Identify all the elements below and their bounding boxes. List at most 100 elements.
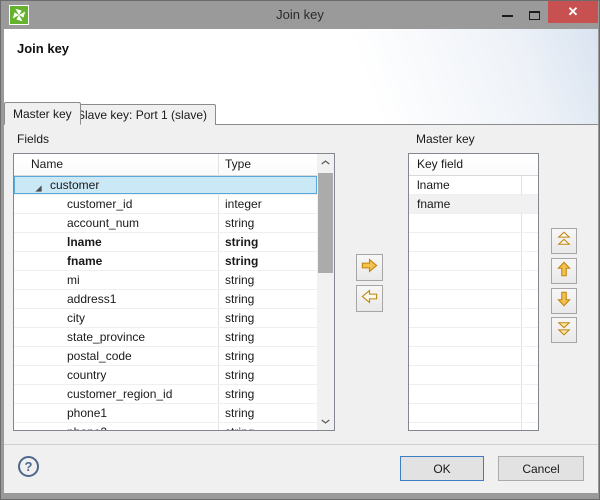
key-field-value: fname — [417, 197, 450, 211]
field-row[interactable]: phone1string — [14, 404, 317, 423]
field-type: string — [225, 385, 254, 404]
field-type: string — [225, 423, 254, 430]
double-chevron-down-icon — [555, 319, 573, 342]
minimize-icon — [502, 15, 513, 17]
empty-row — [409, 252, 538, 271]
move-top-button[interactable] — [551, 228, 577, 254]
maximize-button[interactable] — [520, 1, 548, 29]
arrow-up-icon — [555, 260, 573, 283]
field-row[interactable]: country string — [14, 366, 317, 385]
field-type: string — [225, 328, 254, 347]
field-name: phone1 — [67, 404, 107, 423]
empty-row — [409, 233, 538, 252]
master-key-panel-label: Master key — [416, 132, 475, 146]
remove-key-button[interactable] — [356, 285, 383, 312]
key-field-row[interactable]: lname — [409, 176, 538, 195]
field-name: lname — [67, 233, 102, 252]
field-row[interactable]: address1 string — [14, 290, 317, 309]
field-row[interactable]: account_num string — [14, 214, 317, 233]
column-header-type[interactable]: Type — [225, 157, 251, 171]
arrow-left-icon — [360, 287, 379, 311]
empty-row — [409, 271, 538, 290]
scroll-up-icon[interactable] — [317, 154, 334, 171]
field-type: string — [225, 233, 258, 252]
move-bottom-button[interactable] — [551, 317, 577, 343]
empty-row — [409, 214, 538, 233]
fields-panel-label: Fields — [17, 132, 49, 146]
double-chevron-up-icon — [555, 230, 573, 253]
move-down-button[interactable] — [551, 288, 577, 314]
master-key-table-rows: lname fname — [409, 176, 538, 430]
dialog-body: Join key Master key Slave key: Port 1 (s… — [4, 29, 598, 493]
field-name: account_num — [67, 214, 139, 233]
tab-slave-key[interactable]: Slave key: Port 1 (slave) — [68, 104, 216, 125]
field-name: city — [67, 309, 85, 328]
key-field-value: lname — [417, 178, 450, 192]
tab-master-key[interactable]: Master key — [4, 102, 81, 125]
field-name: customer_id — [67, 195, 132, 214]
help-icon: ? — [25, 459, 33, 474]
field-name: country — [67, 366, 106, 385]
field-name: customer_region_id — [67, 385, 172, 404]
field-row[interactable]: fname string — [14, 252, 317, 271]
field-name: state_province — [67, 328, 145, 347]
field-row[interactable]: phone2 string — [14, 423, 317, 430]
arrow-down-icon — [555, 290, 573, 313]
tree-node-root-row[interactable]: customer — [14, 176, 317, 195]
field-name: postal_code — [67, 347, 132, 366]
master-key-table[interactable]: Key field lname fname — [408, 153, 539, 431]
maximize-icon — [529, 11, 540, 20]
scrollbar-thumb[interactable] — [318, 173, 333, 273]
field-row[interactable]: customer_region_id string — [14, 385, 317, 404]
move-up-button[interactable] — [551, 258, 577, 284]
column-header-name[interactable]: Name — [31, 157, 63, 171]
close-button[interactable]: ✕ — [548, 1, 598, 23]
master-key-table-header[interactable]: Key field — [409, 154, 538, 176]
empty-row — [409, 290, 538, 309]
fields-table-header[interactable]: Name Type — [14, 154, 317, 176]
field-row[interactable]: citystring — [14, 309, 317, 328]
field-row[interactable]: customer_id integer — [14, 195, 317, 214]
ok-button[interactable]: OK — [400, 456, 484, 481]
arrow-right-icon — [360, 256, 379, 280]
tab-bar: Master key Slave key: Port 1 (slave) — [4, 102, 598, 125]
fields-table-rows: customercustomer_idintegeraccount_numstr… — [14, 176, 317, 430]
fields-table-scrollbar[interactable] — [317, 154, 334, 430]
cancel-button[interactable]: Cancel — [498, 456, 584, 481]
field-type: integer — [225, 195, 262, 214]
key-field-row[interactable]: fname — [409, 195, 538, 214]
field-name: phone2 — [67, 423, 107, 430]
title-bar[interactable]: Join key ✕ — [1, 1, 599, 29]
close-icon: ✕ — [568, 4, 579, 20]
column-header-key-field[interactable]: Key field — [417, 157, 463, 171]
footer-bar: ? OK Cancel — [4, 444, 598, 493]
join-key-dialog-window: Join key ✕ Join key Master key Slave key… — [0, 0, 600, 500]
field-name: mi — [67, 271, 80, 290]
field-type: string — [225, 347, 254, 366]
field-name: address1 — [67, 290, 116, 309]
help-button[interactable]: ? — [18, 456, 39, 477]
empty-row — [409, 385, 538, 404]
field-type: string — [225, 214, 254, 233]
window-controls: ✕ — [494, 1, 598, 29]
field-type: string — [225, 366, 254, 385]
scroll-down-icon[interactable] — [317, 413, 334, 430]
empty-row — [409, 309, 538, 328]
field-row[interactable]: mi string — [14, 271, 317, 290]
field-name: fname — [67, 252, 102, 271]
field-row[interactable]: postal_code string — [14, 347, 317, 366]
empty-row — [409, 423, 538, 430]
dialog-header-title: Join key — [17, 41, 69, 56]
empty-row — [409, 347, 538, 366]
tree-node-label: customer — [50, 176, 99, 195]
field-type: string — [225, 252, 258, 271]
fields-table[interactable]: Name Type customercustomer_idintegeracco… — [13, 153, 335, 431]
minimize-button[interactable] — [494, 1, 520, 29]
add-key-button[interactable] — [356, 254, 383, 281]
empty-row — [409, 328, 538, 347]
empty-row — [409, 366, 538, 385]
field-row[interactable]: lname string — [14, 233, 317, 252]
field-type: string — [225, 290, 254, 309]
field-row[interactable]: state_province string — [14, 328, 317, 347]
field-type: string — [225, 271, 254, 290]
